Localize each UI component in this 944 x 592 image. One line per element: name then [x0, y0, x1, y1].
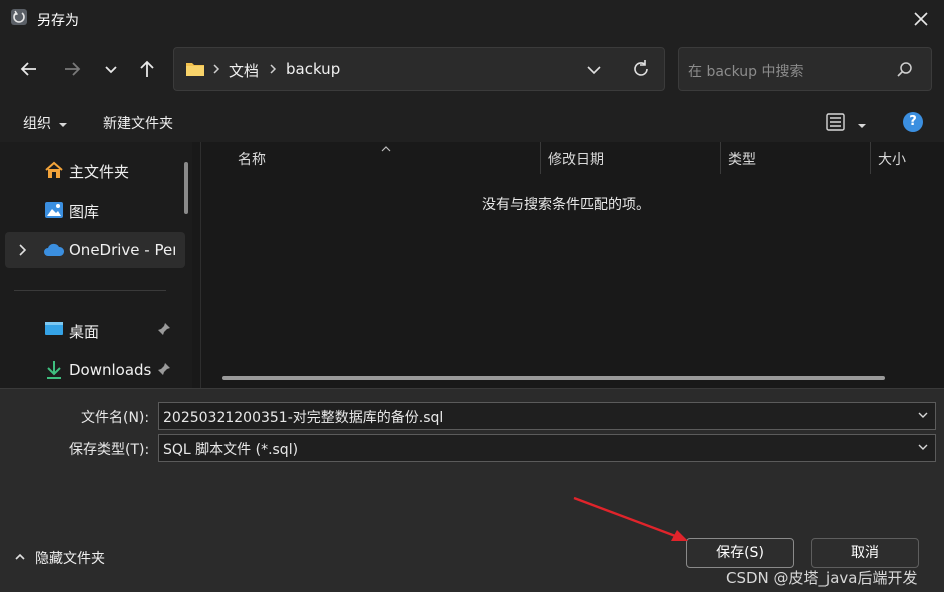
sidebar-item-downloads[interactable]: Downloads: [69, 361, 151, 379]
view-caret-icon[interactable]: [857, 118, 867, 134]
sidebar-scrollbar[interactable]: [184, 162, 188, 214]
horizontal-scrollbar[interactable]: [222, 376, 885, 380]
column-header-size[interactable]: 大小: [878, 149, 906, 169]
sidebar-item-desktop[interactable]: 桌面: [69, 321, 99, 342]
filetype-select[interactable]: SQL 脚本文件 (*.sql): [158, 434, 936, 462]
pane-divider: [200, 142, 201, 388]
annotation-arrow: [573, 496, 688, 541]
cloud-icon: [43, 242, 65, 262]
search-icon[interactable]: [895, 60, 915, 84]
chevron-down-icon[interactable]: [917, 409, 929, 425]
organize-menu[interactable]: 组织: [23, 113, 51, 133]
home-icon: [44, 160, 64, 184]
title-bar: [0, 0, 944, 38]
filename-value[interactable]: 20250321200351-对完整数据库的备份.sql: [163, 407, 443, 427]
form-divider: [0, 388, 944, 389]
sidebar-divider: [14, 290, 166, 291]
desktop-icon: [44, 320, 64, 342]
sort-up-icon: [380, 141, 392, 157]
close-icon[interactable]: [906, 4, 936, 34]
download-icon: [45, 360, 63, 384]
sidebar-item-onedrive[interactable]: OneDrive - Per: [69, 241, 175, 259]
chevron-down-icon[interactable]: [96, 54, 126, 84]
column-header-modified[interactable]: 修改日期: [548, 149, 604, 169]
filetype-label: 保存类型(T):: [69, 442, 150, 458]
save-button[interactable]: 保存(S): [686, 538, 794, 568]
help-icon[interactable]: ?: [903, 112, 923, 132]
cancel-button[interactable]: 取消: [811, 538, 919, 568]
watermark: CSDN @皮塔_java后端开发: [726, 569, 918, 587]
folder-icon: [185, 61, 205, 81]
filename-label: 文件名(N):: [81, 410, 150, 426]
chevron-up-icon[interactable]: [13, 551, 27, 567]
window-title: 另存为: [37, 13, 79, 29]
search-input[interactable]: 在 backup 中搜索: [688, 61, 804, 81]
file-list: [192, 142, 944, 388]
app-icon: [11, 9, 27, 25]
address-history-icon[interactable]: [583, 60, 605, 84]
column-separator[interactable]: [870, 142, 871, 174]
sidebar-item-gallery[interactable]: 图库: [69, 201, 99, 222]
new-folder-button[interactable]: 新建文件夹: [103, 113, 173, 133]
chevron-down-icon[interactable]: [917, 441, 929, 457]
refresh-icon[interactable]: [630, 58, 652, 84]
arrow-up-icon[interactable]: [132, 54, 162, 84]
breadcrumb-documents[interactable]: 文档: [229, 60, 259, 81]
caret-down-icon: [58, 117, 68, 133]
view-options-icon[interactable]: [825, 111, 847, 137]
arrow-right-icon[interactable]: [57, 54, 87, 84]
hide-folders-toggle[interactable]: 隐藏文件夹: [35, 548, 105, 568]
sidebar-item-home[interactable]: 主文件夹: [69, 161, 129, 182]
breadcrumb-separator-icon: [268, 62, 278, 80]
column-separator[interactable]: [720, 142, 721, 174]
column-header-type[interactable]: 类型: [728, 149, 756, 169]
filetype-value[interactable]: SQL 脚本文件 (*.sql): [163, 439, 298, 459]
filename-field[interactable]: 20250321200351-对完整数据库的备份.sql: [158, 402, 936, 430]
arrow-left-icon[interactable]: [14, 54, 44, 84]
pin-icon[interactable]: [157, 322, 171, 340]
column-separator[interactable]: [540, 142, 541, 174]
empty-message: 没有与搜索条件匹配的项。: [482, 197, 650, 213]
expand-chevron-icon[interactable]: [16, 243, 28, 261]
breadcrumb-backup[interactable]: backup: [286, 60, 340, 78]
breadcrumb-separator-icon: [211, 62, 221, 80]
pin-icon[interactable]: [157, 362, 171, 380]
gallery-icon: [44, 200, 64, 224]
column-header-name[interactable]: 名称: [238, 149, 266, 169]
